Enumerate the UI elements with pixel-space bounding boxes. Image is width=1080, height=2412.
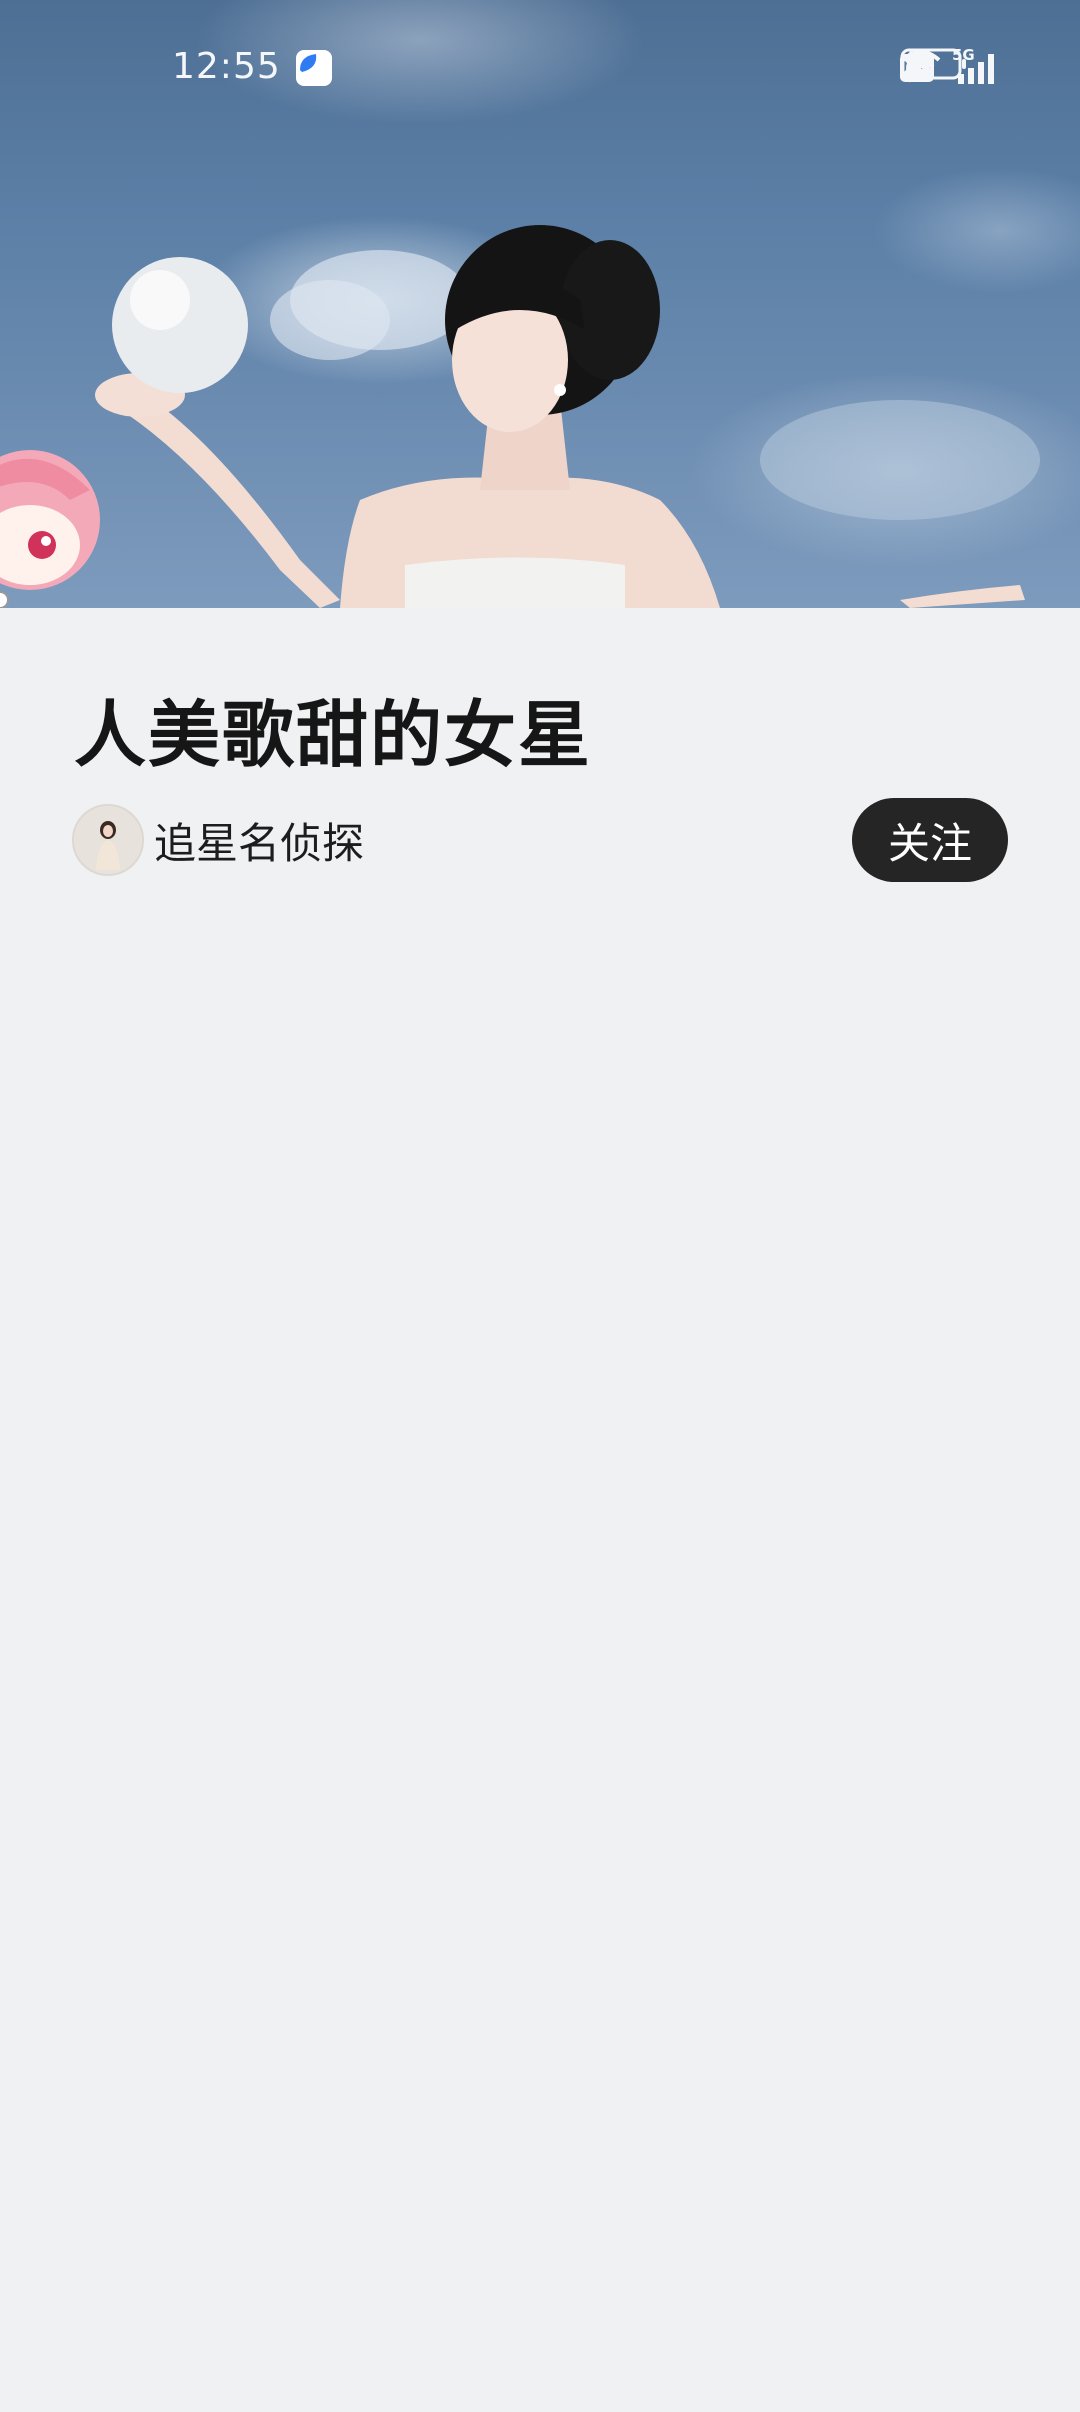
hero-image[interactable]: 12:55 HD 5G <box>0 0 1080 608</box>
status-icons: HD 5G <box>900 46 1000 88</box>
battery-icon <box>900 48 966 80</box>
author-name[interactable]: 追星名侦探 <box>154 810 364 871</box>
battery-fill <box>907 55 921 73</box>
avatar[interactable] <box>72 804 144 876</box>
app-notification-icon <box>296 50 332 86</box>
status-time: 12:55 <box>172 46 281 87</box>
follow-button[interactable]: 关注 <box>852 798 1008 882</box>
post-title: 人美歌甜的女星 <box>74 693 593 777</box>
hero-photo <box>0 225 1040 608</box>
author-row: 追星名侦探 关注 <box>72 798 1008 882</box>
